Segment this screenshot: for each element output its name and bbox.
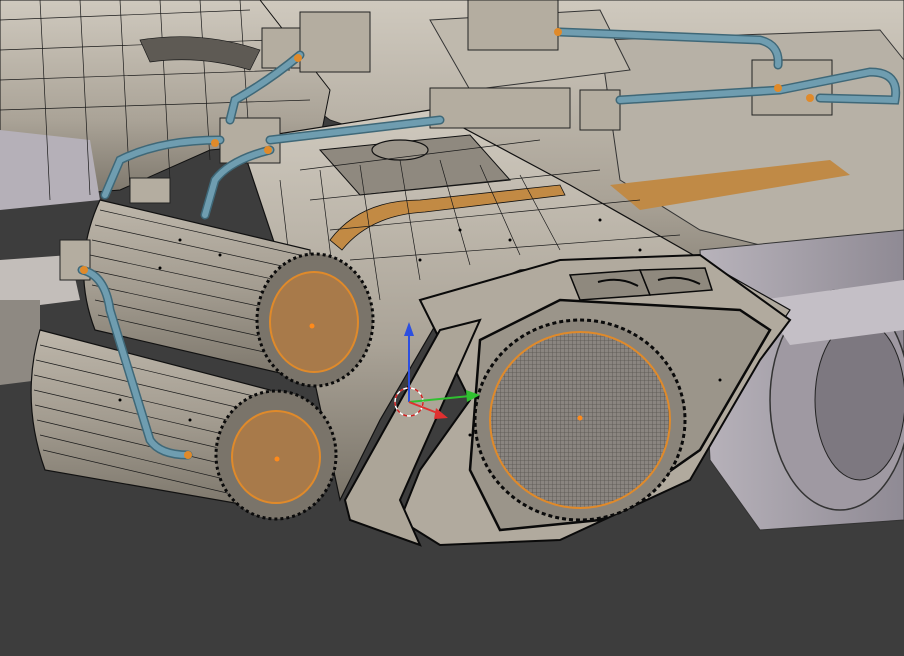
3d-viewport[interactable]	[0, 0, 904, 656]
mesh-canvas[interactable]	[0, 0, 904, 656]
